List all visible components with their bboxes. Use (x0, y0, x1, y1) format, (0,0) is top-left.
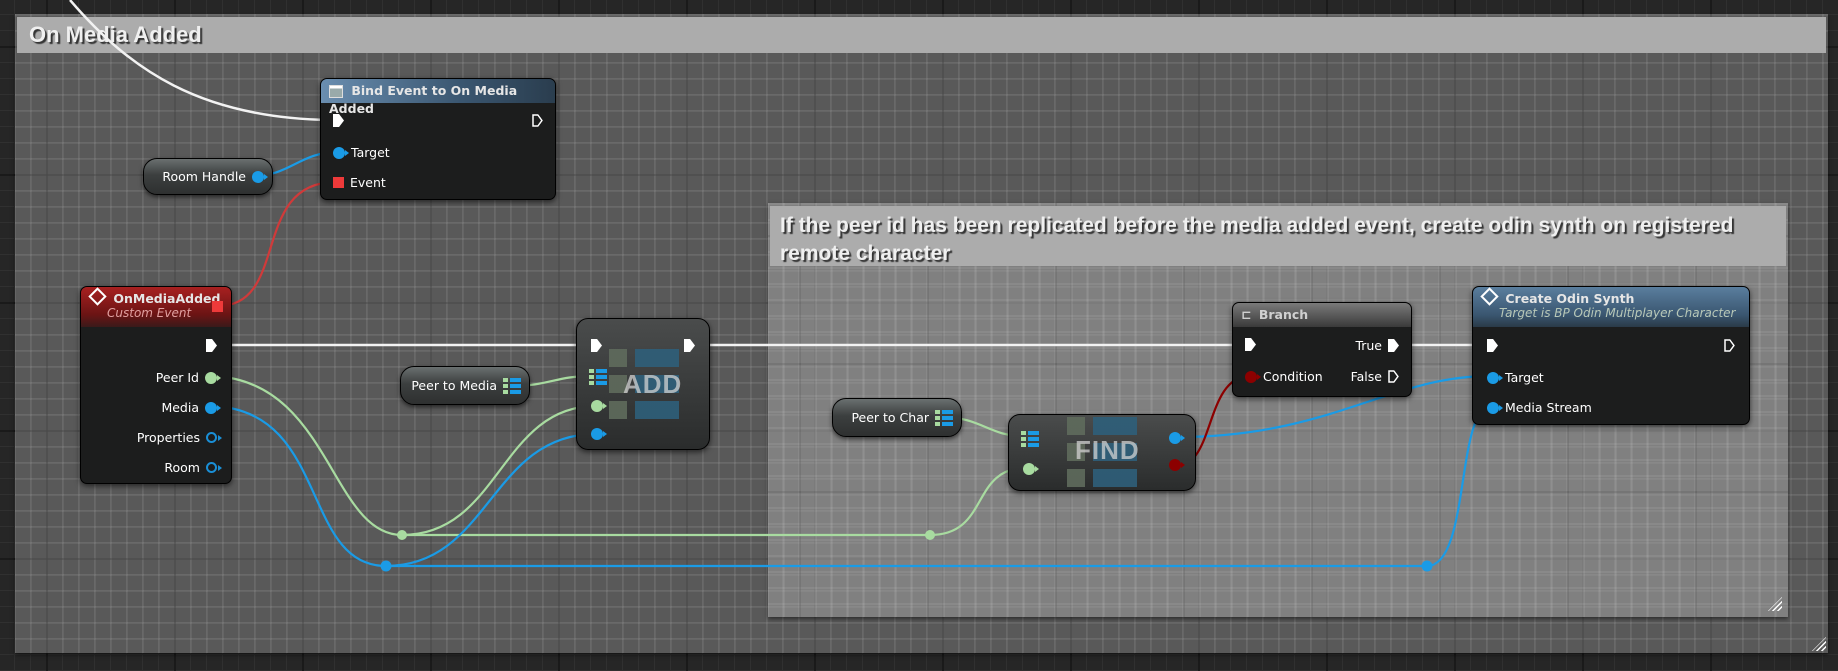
object-pin-icon (591, 428, 607, 440)
exec-out-pin[interactable] (532, 114, 543, 127)
exec-icon (206, 339, 217, 352)
integer-pin-icon (591, 400, 607, 412)
map-in-pin[interactable] (1021, 431, 1039, 447)
map-in-pin[interactable] (589, 369, 607, 385)
comment-resize-handle[interactable] (1812, 637, 1826, 651)
node-title: Create Odin Synth (1505, 291, 1635, 306)
node-map-find[interactable]: FIND (1008, 414, 1196, 491)
exec-icon (1487, 339, 1498, 352)
pin-label: False (1350, 369, 1382, 384)
true-exec-pin[interactable]: True (1355, 338, 1399, 353)
node-create-odin-synth[interactable]: Create Odin Synth Target is BP Odin Mult… (1472, 286, 1750, 425)
pin-label: Event (350, 175, 386, 190)
variable-label: Room Handle (162, 169, 246, 184)
object-pin-icon (1169, 432, 1185, 444)
bool-pin-icon (1245, 370, 1261, 383)
node-header: OnMediaAdded Custom Event (81, 287, 231, 327)
exec-icon (684, 339, 695, 352)
node-branch[interactable]: ⊏ Branch True Condition False (1232, 302, 1412, 397)
pin-label: Target (1505, 370, 1544, 385)
false-exec-pin[interactable]: False (1351, 369, 1399, 384)
peer-id-pin[interactable]: Peer Id (155, 370, 221, 385)
condition-pin[interactable]: Condition (1245, 369, 1323, 384)
exec-icon (1724, 339, 1735, 352)
event-diamond-icon (88, 287, 107, 306)
delegate-pin-icon (333, 177, 344, 188)
exec-icon (333, 114, 344, 127)
exec-icon (1388, 339, 1399, 352)
map-pin-icon (589, 369, 607, 385)
map-pin-icon (1021, 431, 1039, 447)
exec-out-pin[interactable] (1724, 339, 1735, 352)
node-map-add[interactable]: ADD (576, 318, 710, 450)
integer-pin-icon (205, 371, 221, 384)
node-bind-event[interactable]: Bind Event to On Media Added Target Even… (320, 78, 556, 200)
exec-icon (532, 114, 543, 127)
comment-resize-handle[interactable] (1768, 597, 1782, 611)
pin-label: Media Stream (1505, 400, 1592, 415)
exec-icon (1245, 338, 1256, 351)
map-pin-icon[interactable] (503, 377, 521, 394)
pin-label: Properties (136, 430, 200, 445)
map-pin-icon[interactable] (935, 409, 953, 426)
integer-pin-icon (1023, 463, 1039, 475)
exec-out-pin[interactable] (206, 339, 217, 352)
exec-in-pin[interactable] (1487, 339, 1498, 352)
function-diamond-icon (1480, 287, 1499, 306)
node-on-media-added[interactable]: OnMediaAdded Custom Event Peer Id Media … (80, 286, 232, 484)
room-pin[interactable]: Room (164, 460, 222, 475)
event-pin[interactable]: Event (333, 175, 386, 190)
object-pin-icon (205, 401, 221, 414)
node-title: OnMediaAdded (113, 291, 221, 306)
pin-label: Target (351, 145, 390, 160)
key-in-pin[interactable] (1023, 463, 1039, 475)
comment-title[interactable]: On Media Added (17, 17, 1826, 53)
macro-label: FIND (1075, 435, 1140, 465)
node-subtitle: Target is BP Odin Multiplayer Character (1499, 306, 1736, 320)
pin-label: Media (161, 400, 199, 415)
node-header: ⊏ Branch (1233, 303, 1411, 327)
event-dispatcher-icon (329, 85, 343, 98)
key-in-pin[interactable] (591, 400, 607, 412)
macro-label: ADD (623, 369, 683, 399)
exec-icon (1388, 370, 1399, 383)
node-subtitle: Custom Event (107, 306, 192, 320)
object-pin-icon (1487, 401, 1503, 414)
pin-label: Peer Id (155, 370, 199, 385)
delegate-output-pin[interactable] (212, 301, 223, 312)
object-pin-hollow-icon (206, 462, 222, 473)
properties-pin[interactable]: Properties (136, 430, 222, 445)
node-title: Bind Event to On Media Added (329, 83, 518, 116)
value-out-pin[interactable] (1169, 432, 1185, 444)
exec-out-pin[interactable] (684, 339, 695, 352)
object-pin-icon (333, 146, 349, 159)
pin-label: Condition (1263, 369, 1323, 384)
target-pin[interactable]: Target (1487, 370, 1544, 385)
found-out-pin[interactable] (1169, 459, 1185, 471)
exec-in-pin[interactable] (1245, 338, 1256, 351)
object-pin-icon[interactable] (252, 170, 268, 183)
bool-pin-icon (1169, 459, 1185, 471)
node-header: Bind Event to On Media Added (321, 79, 555, 116)
variable-getter-peer-to-char[interactable]: Peer to Char (832, 398, 962, 437)
pin-label: Room (164, 460, 200, 475)
object-pin-hollow-icon (206, 432, 222, 443)
object-pin-icon (1487, 371, 1503, 384)
exec-in-pin[interactable] (333, 114, 344, 127)
target-pin[interactable]: Target (333, 145, 390, 160)
variable-label: Peer to Media (411, 378, 497, 393)
media-stream-pin[interactable]: Media Stream (1487, 400, 1592, 415)
comment-title[interactable]: If the peer id has been replicated befor… (770, 206, 1786, 266)
exec-in-pin[interactable] (591, 339, 602, 352)
value-in-pin[interactable] (591, 428, 607, 440)
branch-icon: ⊏ (1241, 307, 1252, 322)
variable-getter-peer-to-media[interactable]: Peer to Media (400, 366, 530, 405)
exec-icon (591, 339, 602, 352)
variable-label: Peer to Char (851, 410, 929, 425)
node-header: Create Odin Synth Target is BP Odin Mult… (1473, 287, 1749, 327)
variable-getter-room-handle[interactable]: Room Handle (143, 158, 273, 195)
media-pin[interactable]: Media (161, 400, 221, 415)
pin-label: True (1355, 338, 1382, 353)
node-title: Branch (1258, 307, 1309, 322)
